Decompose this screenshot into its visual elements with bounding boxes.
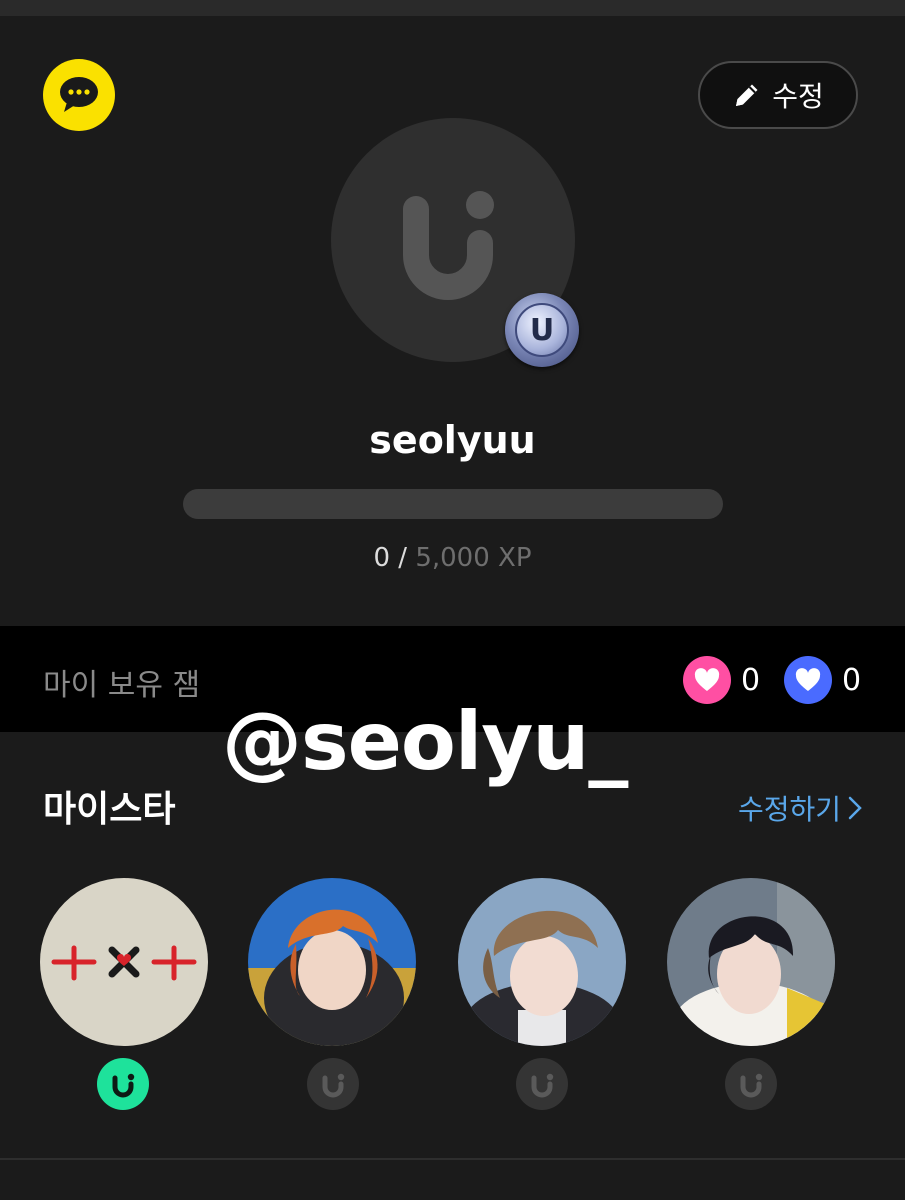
blue-gem-count: 0 xyxy=(842,662,862,698)
member-photo-black-hair xyxy=(667,878,835,1046)
mystar-title: 마이스타 xyxy=(43,789,176,830)
star-avatar-group-logo[interactable] xyxy=(40,878,208,1046)
app-logo-icon xyxy=(740,1073,763,1098)
kakao-button[interactable] xyxy=(43,59,115,131)
star-badge-inactive xyxy=(725,1058,777,1110)
pink-gem-balance: 0 xyxy=(683,656,760,704)
star-avatar-member-orange-hair[interactable] xyxy=(248,878,416,1046)
star-badge-active xyxy=(97,1058,149,1110)
gem-balance-label: 마이 보유 잼 xyxy=(43,668,201,703)
blue-heart-icon xyxy=(784,656,832,704)
pencil-icon xyxy=(736,84,758,106)
edit-profile-label: 수정 xyxy=(772,80,824,113)
member-photo-orange-hair xyxy=(248,878,416,1046)
app-logo-icon xyxy=(531,1073,554,1098)
overlay-handle-text: @seolyu_ xyxy=(222,695,628,788)
star-avatar-member-blond-hair[interactable] xyxy=(458,878,626,1046)
blue-gem-balance: 0 xyxy=(784,656,861,704)
status-strip xyxy=(0,0,905,16)
xp-text: 0 / 5,000 XP xyxy=(0,543,905,573)
mystar-edit-link[interactable]: 수정하기 xyxy=(738,788,863,828)
star-avatar-member-black-hair[interactable] xyxy=(667,878,835,1046)
edit-profile-button[interactable]: 수정 xyxy=(698,61,858,129)
pink-gem-count: 0 xyxy=(741,662,761,698)
chevron-right-icon xyxy=(848,796,862,820)
xp-progress-bar xyxy=(183,489,723,519)
mystar-edit-label: 수정하기 xyxy=(738,793,842,826)
level-badge: U xyxy=(505,293,579,367)
star-badge-inactive xyxy=(307,1058,359,1110)
chat-bubble-icon xyxy=(60,77,98,112)
member-photo-blond-hair xyxy=(458,878,626,1046)
app-logo-icon xyxy=(112,1073,135,1098)
default-avatar-logo-icon xyxy=(403,191,494,300)
app-logo-icon xyxy=(322,1073,345,1098)
level-badge-letter: U xyxy=(515,303,569,357)
xp-total: 5,000 XP xyxy=(415,543,532,573)
pink-heart-icon xyxy=(683,656,731,704)
section-divider xyxy=(0,1158,905,1160)
group-logo-icon xyxy=(51,945,197,981)
star-badge-inactive xyxy=(516,1058,568,1110)
xp-current: 0 / xyxy=(373,543,408,573)
username: seolyuu xyxy=(369,418,536,462)
